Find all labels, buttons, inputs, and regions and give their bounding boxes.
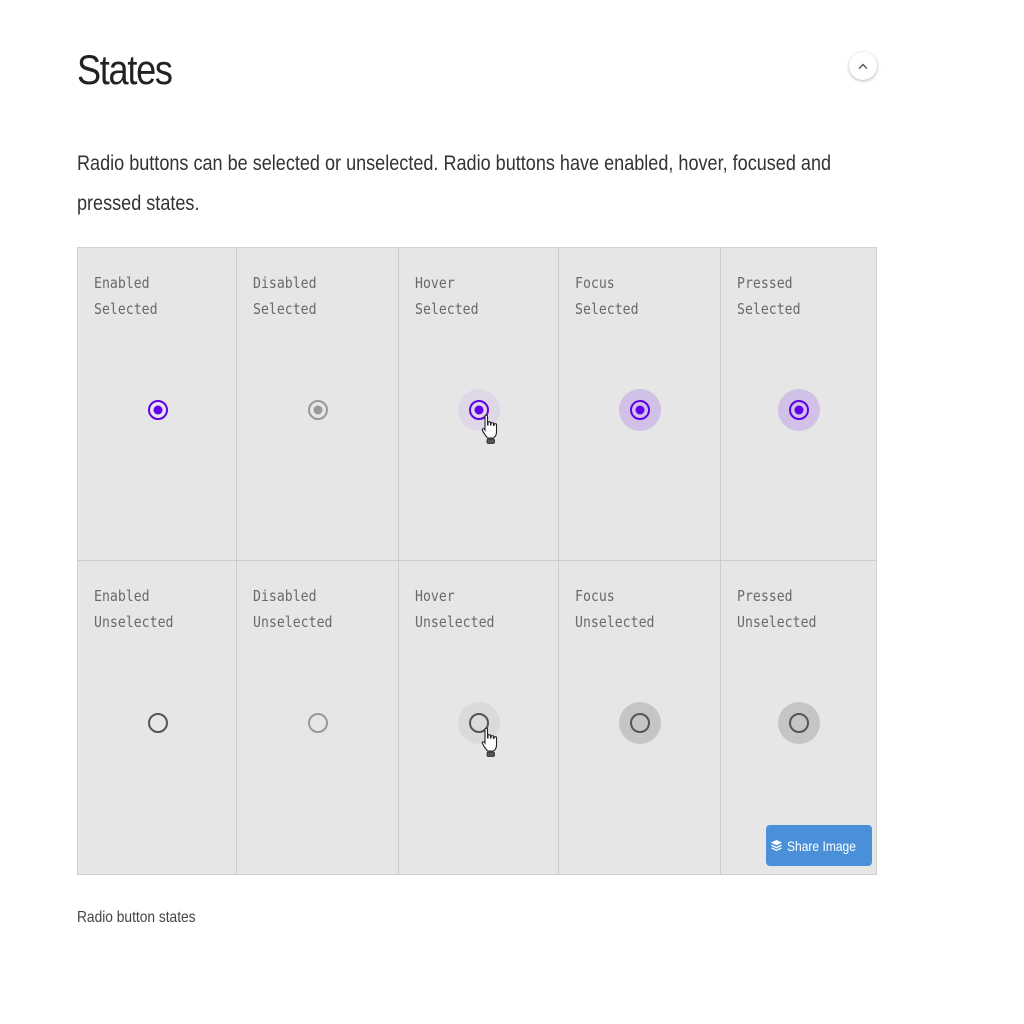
state-cell-disabled-selected: Disabled Selected bbox=[237, 248, 399, 561]
radio-states-figure: Enabled Selected Disabled Selected Hover Sele… bbox=[77, 247, 877, 875]
state-label-line2: Selected bbox=[253, 300, 317, 318]
state-cell-disabled-unselected: Disabled Unselected bbox=[237, 561, 399, 874]
page-title: States bbox=[77, 46, 173, 93]
state-label-line1: Enabled bbox=[94, 274, 150, 292]
radio-button-unselected[interactable] bbox=[778, 702, 820, 744]
state-label: Hover Unselected bbox=[415, 583, 494, 635]
state-label: Enabled Unselected bbox=[94, 583, 173, 635]
state-label-line2: Unselected bbox=[737, 613, 817, 631]
radio-button-selected bbox=[297, 389, 339, 431]
state-cell-hover-unselected: Hover Unselected bbox=[399, 561, 559, 874]
state-label-line1: Enabled bbox=[94, 587, 150, 605]
figure-caption: Radio button states bbox=[77, 909, 196, 926]
radio-button-unselected[interactable] bbox=[619, 702, 661, 744]
state-label: Focus Selected bbox=[575, 270, 639, 322]
state-label-line1: Focus bbox=[575, 274, 615, 292]
state-label-line2: Unselected bbox=[415, 613, 495, 631]
state-label-line1: Pressed bbox=[737, 274, 793, 292]
state-label-line2: Selected bbox=[737, 300, 801, 318]
chevron-up-icon bbox=[858, 63, 868, 69]
state-label-line2: Selected bbox=[94, 300, 158, 318]
state-label-line2: Selected bbox=[575, 300, 639, 318]
state-label: Enabled Selected bbox=[94, 270, 158, 322]
layers-icon bbox=[771, 840, 783, 852]
state-label-line1: Disabled bbox=[253, 587, 317, 605]
radio-button-unselected bbox=[297, 702, 339, 744]
section-description: Radio buttons can be selected or unselec… bbox=[77, 152, 832, 215]
state-label: Pressed Selected bbox=[737, 270, 801, 322]
state-label: Pressed Unselected bbox=[737, 583, 816, 635]
state-cell-focus-selected: Focus Selected bbox=[559, 248, 721, 561]
radio-button-selected[interactable] bbox=[458, 389, 500, 431]
state-label: Disabled Selected bbox=[253, 270, 317, 322]
state-label-line1: Hover bbox=[415, 587, 455, 605]
state-grid: Enabled Selected Disabled Selected Hover Sele… bbox=[78, 248, 876, 874]
state-cell-focus-unselected: Focus Unselected bbox=[559, 561, 721, 874]
share-image-button[interactable]: Share Image bbox=[766, 825, 872, 866]
radio-button-unselected[interactable] bbox=[137, 702, 179, 744]
state-label: Disabled Unselected bbox=[253, 583, 332, 635]
state-label-line1: Disabled bbox=[253, 274, 317, 292]
state-label-line1: Focus bbox=[575, 587, 615, 605]
state-cell-hover-selected: Hover Selected bbox=[399, 248, 559, 561]
state-label-line2: Unselected bbox=[253, 613, 333, 631]
share-image-label: Share Image bbox=[787, 837, 857, 854]
radio-button-selected[interactable] bbox=[619, 389, 661, 431]
radio-button-unselected[interactable] bbox=[458, 702, 500, 744]
state-label-line2: Unselected bbox=[575, 613, 655, 631]
state-label: Focus Unselected bbox=[575, 583, 654, 635]
state-cell-enabled-selected: Enabled Selected bbox=[78, 248, 237, 561]
state-label-line1: Hover bbox=[415, 274, 455, 292]
state-cell-enabled-unselected: Enabled Unselected bbox=[78, 561, 237, 874]
collapse-button[interactable] bbox=[849, 52, 877, 80]
radio-button-selected[interactable] bbox=[778, 389, 820, 431]
state-label-line2: Unselected bbox=[94, 613, 174, 631]
state-cell-pressed-selected: Pressed Selected bbox=[721, 248, 876, 561]
state-label: Hover Selected bbox=[415, 270, 479, 322]
radio-button-selected[interactable] bbox=[137, 389, 179, 431]
state-label-line1: Pressed bbox=[737, 587, 793, 605]
state-label-line2: Selected bbox=[415, 300, 479, 318]
